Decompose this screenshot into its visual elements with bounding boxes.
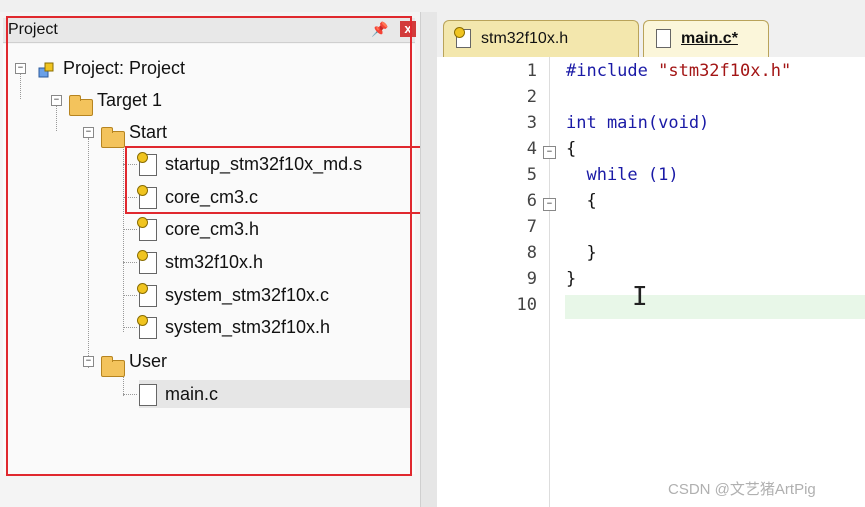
- tab-main-c[interactable]: main.c*: [643, 20, 769, 57]
- watermark: CSDN @文艺猪ArtPig: [668, 481, 816, 498]
- code-line-6: {: [566, 191, 597, 211]
- code-editor[interactable]: 1 2 3 4 5 6 7 8 9 10 − − #include "stm32…: [437, 57, 865, 507]
- code-token: #include: [566, 61, 659, 81]
- line-number: 8: [526, 243, 537, 263]
- code-token: int main(void): [566, 113, 710, 133]
- code-line-3: int main(void): [566, 113, 709, 133]
- line-number: 5: [526, 165, 537, 185]
- panel-splitter[interactable]: [420, 12, 438, 507]
- line-number: 1: [526, 61, 537, 81]
- line-number: 7: [526, 217, 537, 237]
- tab-label: stm32f10x.h: [481, 30, 569, 47]
- line-number: 4: [526, 139, 537, 159]
- code-line-5: while (1): [566, 165, 679, 185]
- editor-tab-bar: stm32f10x.h main.c*: [437, 12, 865, 57]
- code-line-1: #include "stm32f10x.h": [566, 61, 791, 81]
- code-line-8: }: [566, 243, 597, 263]
- line-number: 3: [526, 113, 537, 133]
- current-line-highlight: [565, 295, 865, 319]
- tab-stm32f10x-h[interactable]: stm32f10x.h: [443, 20, 639, 57]
- text-cursor-icon: I: [632, 282, 648, 312]
- code-token: }: [566, 269, 577, 289]
- line-number: 9: [526, 269, 537, 289]
- header-file-icon: [454, 27, 471, 49]
- code-token: while (1): [566, 165, 679, 185]
- line-number: 10: [516, 295, 537, 315]
- line-number: 6: [526, 191, 537, 211]
- line-number-gutter: 1 2 3 4 5 6 7 8 9 10 − −: [437, 57, 556, 507]
- source-file-icon: [656, 29, 671, 49]
- highlight-box-startup-files: [125, 146, 463, 214]
- code-token: {: [566, 191, 597, 211]
- code-token: {: [566, 139, 577, 159]
- tab-label: main.c*: [681, 30, 738, 47]
- fold-collapse-icon[interactable]: −: [543, 146, 556, 159]
- code-token: }: [566, 243, 597, 263]
- fold-collapse-icon[interactable]: −: [543, 198, 556, 211]
- line-number: 2: [526, 87, 537, 107]
- highlight-box-project-panel: [6, 16, 412, 476]
- code-line-9: }: [566, 269, 576, 289]
- code-line-4: {: [566, 139, 576, 159]
- code-token: "stm32f10x.h": [658, 61, 792, 81]
